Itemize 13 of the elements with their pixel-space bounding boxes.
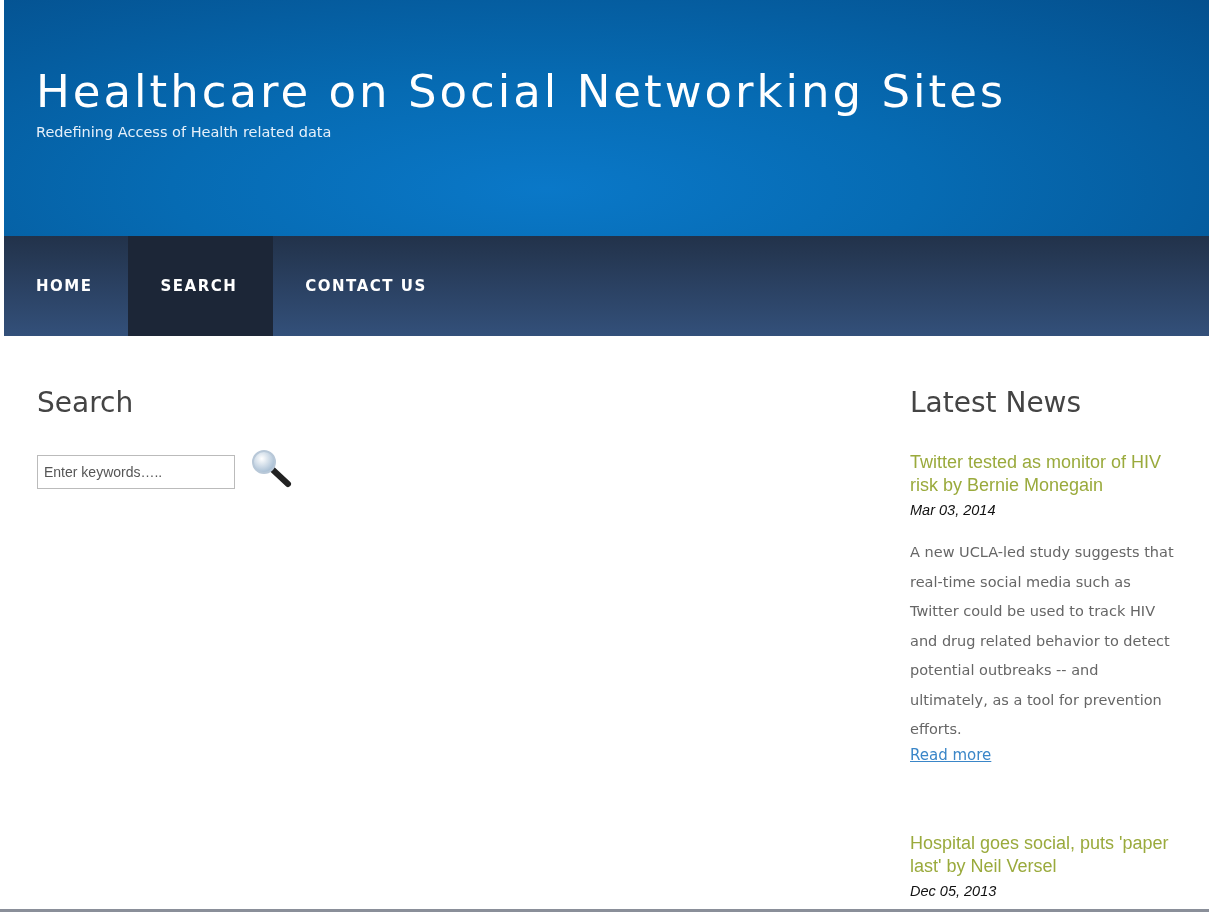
- nav-tab[interactable]: HOME: [4, 236, 129, 336]
- news-date: Dec 05, 2013: [910, 882, 998, 899]
- news-summary: A new UCLA-led study suggests that real-time social media such as Twitter could be used to track HIV and drug related behavior to detect potential outbreaks -- and ultimately, as a tool for prevention efforts.: [910, 543, 1175, 739]
- nav-tab[interactable]: SEARCH: [128, 236, 274, 336]
- news-date: Mar 03, 2014: [910, 502, 997, 518]
- site-title: Healthcare on Social Networking Sites: [36, 64, 1008, 120]
- read-more-link[interactable]: Read more: [910, 745, 992, 764]
- search-heading: Search: [37, 386, 135, 419]
- nav-tab[interactable]: CONTACT US: [273, 236, 463, 336]
- site-tagline: Redefining Access of Health related data: [36, 124, 333, 140]
- search-field[interactable]: Enter keywords…..: [37, 455, 235, 489]
- search-icon[interactable]: [249, 449, 293, 489]
- news-heading: Latest News: [910, 386, 1083, 419]
